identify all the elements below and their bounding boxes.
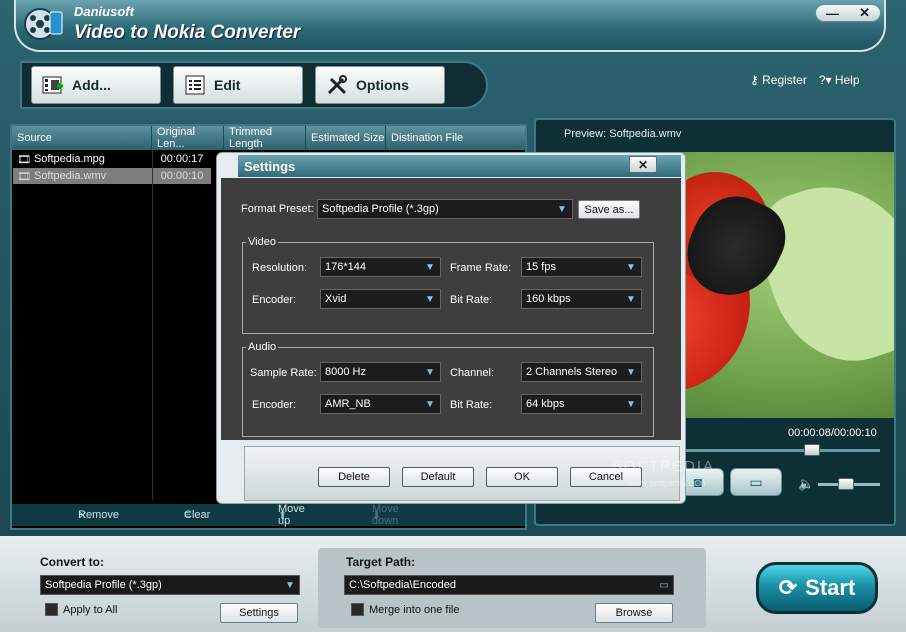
speaker-icon: 🔈: [798, 476, 815, 491]
col-original-length[interactable]: Original Len...: [152, 126, 224, 150]
dialog-close-button[interactable]: ✕: [629, 156, 657, 173]
convert-to-select[interactable]: Softpedia Profile (*.3gp) ▼: [40, 575, 300, 595]
volume-thumb[interactable]: [837, 478, 854, 490]
ok-button[interactable]: OK: [486, 467, 558, 487]
chevron-down-icon: ▼: [626, 293, 636, 305]
video-group: [242, 242, 654, 334]
add-button[interactable]: Add...: [31, 66, 161, 104]
list-item[interactable]: 🎞 Softpedia.mpg: [13, 151, 152, 167]
channel-label: Channel:: [450, 367, 495, 379]
browse-button[interactable]: Browse: [595, 603, 673, 623]
chevron-down-icon: ▼: [425, 293, 435, 305]
list-item-length: 00:00:10: [153, 168, 211, 184]
minimize-button[interactable]: —: [826, 6, 839, 21]
checkbox-box: [45, 603, 58, 616]
format-preset-label: Format Preset:: [241, 203, 314, 215]
window-controls: — ✕: [815, 4, 881, 22]
film-icon: 🎞: [17, 153, 31, 166]
watermark: SOFTPEDIA: [612, 458, 716, 475]
edit-button[interactable]: Edit: [173, 66, 303, 104]
dialog-title: Settings: [238, 155, 681, 177]
start-button[interactable]: ⟳ Start: [756, 562, 878, 614]
top-right-links: ⚷ Register ?▾ Help: [750, 73, 860, 87]
audio-group: [242, 347, 654, 437]
col-estimated-size[interactable]: Estimated Size: [306, 126, 386, 150]
key-icon: ⚷: [750, 73, 763, 87]
brand-name: Daniusoft: [74, 4, 134, 19]
video-bit-rate-label: Bit Rate:: [450, 294, 493, 306]
list-item-length: 00:00:17: [160, 153, 204, 165]
convert-to-label: Convert to:: [40, 555, 104, 569]
video-encoder-label: Encoder:: [252, 294, 297, 306]
film-add-icon: [42, 74, 64, 96]
film-icon: 🎞: [17, 170, 31, 183]
frame-rate-label: Frame Rate:: [450, 262, 512, 274]
tools-icon: [326, 74, 348, 96]
help-icon: ?▾: [818, 73, 835, 87]
video-group-label: Video: [246, 236, 278, 248]
target-path-input[interactable]: C:\Softpedia\Encoded ▭: [344, 575, 674, 595]
help-link[interactable]: ?▾ Help: [819, 73, 860, 87]
merge-checkbox[interactable]: Merge into one file: [351, 603, 460, 616]
video-bit-rate-select[interactable]: 160 kbps ▼: [521, 289, 642, 309]
save-as-button[interactable]: Save as...: [578, 200, 640, 219]
chevron-down-icon: ▼: [425, 261, 435, 273]
target-path-label: Target Path:: [346, 555, 416, 569]
film-reel-logo-icon: [22, 4, 66, 44]
column-divider: [152, 150, 153, 500]
folder-icon: ▭: [749, 473, 763, 490]
audio-group-label: Audio: [246, 341, 279, 353]
list-actions-bar: ✕ Remove ≡ Clear ⬆ Move up ⬇ Move down: [12, 503, 525, 527]
seek-thumb[interactable]: [804, 444, 820, 456]
apply-to-all-checkbox[interactable]: Apply to All: [45, 603, 117, 616]
edit-label: Edit: [214, 77, 241, 93]
chevron-down-icon: ▼: [626, 398, 636, 410]
default-button[interactable]: Default: [402, 467, 474, 487]
col-destination-file[interactable]: Distination File: [386, 126, 525, 150]
audio-encoder-select[interactable]: AMR_NB ▼: [320, 394, 441, 414]
col-source[interactable]: Source: [12, 126, 152, 150]
refresh-icon: ⟳: [778, 575, 798, 600]
sample-rate-label: Sample Rate:: [250, 367, 317, 379]
folder-icon: ▭: [659, 579, 669, 591]
chevron-down-icon: ▼: [626, 366, 636, 378]
add-label: Add...: [72, 77, 111, 93]
checkbox-box: [351, 603, 364, 616]
format-preset-select[interactable]: Softpedia Profile (*.3gp) ▼: [317, 199, 573, 219]
frame-rate-select[interactable]: 15 fps ▼: [521, 257, 642, 277]
app-title: Video to Nokia Converter: [74, 22, 301, 43]
register-link[interactable]: ⚷ Register: [750, 73, 807, 87]
col-trimmed-length[interactable]: Trimmed Length: [224, 126, 306, 150]
preview-label: Preview: Softpedia.wmv: [564, 128, 682, 140]
timecode: 00:00:08/00:00:10: [788, 427, 877, 439]
audio-encoder-label: Encoder:: [252, 399, 297, 411]
close-button[interactable]: ✕: [859, 5, 870, 21]
open-folder-button[interactable]: ▭: [730, 468, 782, 496]
chevron-down-icon: ▼: [285, 579, 295, 591]
edit-list-icon: [184, 74, 206, 96]
audio-bit-rate-label: Bit Rate:: [450, 399, 493, 411]
channel-select[interactable]: 2 Channels Stereo ▼: [521, 362, 642, 382]
chevron-down-icon: ▼: [425, 366, 435, 378]
resolution-select[interactable]: 176*144 ▼: [320, 257, 441, 277]
watermark-url: www.softpedia.com: [628, 478, 706, 488]
audio-bit-rate-select[interactable]: 64 kbps ▼: [521, 394, 642, 414]
file-list-header: Source Original Len... Trimmed Length Es…: [12, 126, 525, 150]
chevron-down-icon: ▼: [626, 261, 636, 273]
list-item-selected[interactable]: 🎞 Softpedia.wmv: [13, 168, 152, 184]
sample-rate-select[interactable]: 8000 Hz ▼: [320, 362, 441, 382]
chevron-down-icon: ▼: [557, 203, 567, 215]
video-encoder-select[interactable]: Xvid ▼: [320, 289, 441, 309]
options-label: Options: [356, 77, 409, 93]
delete-button[interactable]: Delete: [318, 467, 390, 487]
chevron-down-icon: ▼: [425, 398, 435, 410]
settings-button[interactable]: Settings: [220, 603, 298, 623]
resolution-label: Resolution:: [252, 262, 308, 274]
options-button[interactable]: Options: [315, 66, 445, 104]
